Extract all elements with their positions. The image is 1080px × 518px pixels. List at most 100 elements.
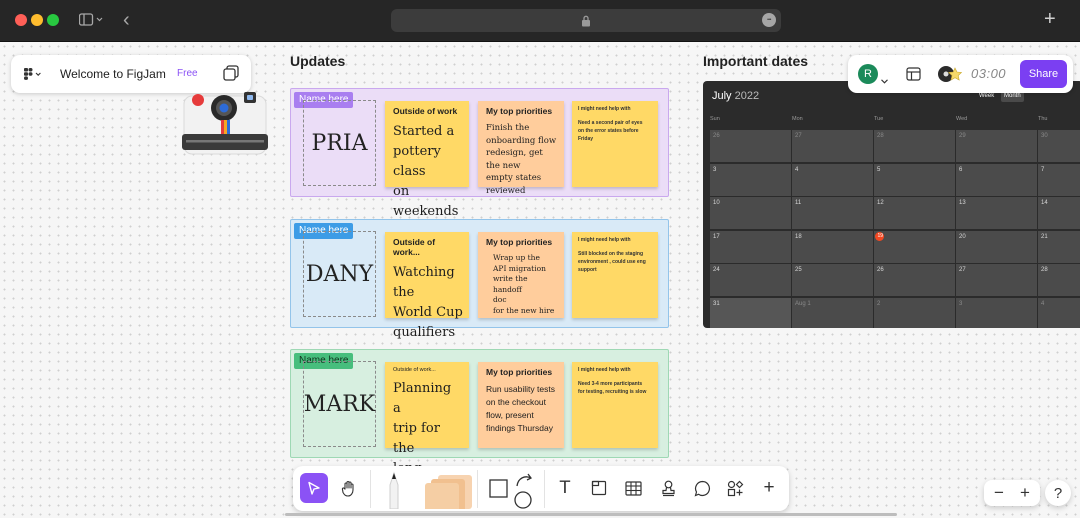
calendar-day-cell[interactable]: 5 — [874, 163, 955, 196]
back-button[interactable]: ‹ — [123, 9, 130, 32]
figjam-canvas[interactable]: Welcome to FigJam Free Updates Name here… — [0, 42, 1080, 518]
shapes-icon[interactable] — [485, 469, 535, 509]
calendar-day-number: 3 — [959, 300, 963, 307]
sticky-text-line: findings Thursday — [486, 423, 553, 433]
calendar-day-cell[interactable]: 3 — [710, 163, 791, 196]
update-row-dany[interactable]: Name here DANY Outside of work... Watchi… — [290, 219, 669, 340]
sticky-need-help[interactable]: I might need help with Still blocked on … — [572, 232, 658, 318]
calendar-day-cell[interactable]: 20 — [956, 230, 1037, 263]
section-icon[interactable] — [585, 474, 613, 502]
calendar-day-cell[interactable]: 17 — [710, 230, 791, 263]
sticky-text-line: trip for the — [393, 421, 440, 456]
calendar-day-cell[interactable]: 10 — [710, 197, 791, 229]
calendar-day-cell[interactable]: Aug 1 — [792, 297, 873, 328]
calendar-day-cell[interactable]: 28 — [1038, 264, 1080, 296]
name-box[interactable]: MARK — [303, 361, 376, 447]
sticky-outside-of-work[interactable]: Outside of work Started a pottery class … — [385, 101, 469, 219]
calendar-day-cell[interactable]: 7 — [1038, 163, 1080, 196]
calendar-day-number: 18 — [795, 233, 802, 240]
calendar-year: 2022 — [734, 90, 760, 102]
calendar-day-cell[interactable]: 4 — [792, 163, 873, 196]
horizontal-scrollbar[interactable] — [285, 513, 897, 516]
calendar-weekday: Mon — [792, 116, 803, 122]
pages-icon[interactable] — [223, 65, 240, 87]
calendar-day-cell[interactable]: 14 — [1038, 197, 1080, 229]
new-tab-button[interactable]: + — [1044, 8, 1056, 31]
sticky-text-line: Need a second pair of eyes — [578, 120, 643, 126]
calendar-day-cell[interactable]: 24 — [710, 264, 791, 296]
address-bar[interactable]: ••• — [391, 9, 781, 32]
file-title[interactable]: Welcome to FigJam — [60, 67, 166, 81]
hand-icon[interactable] — [335, 474, 363, 502]
sticky-text-line: World Cup — [393, 305, 463, 320]
calendar-day-cell[interactable]: 25 — [792, 264, 873, 296]
sticky-top-priorities[interactable]: My top priorities Run usability tests on… — [478, 362, 564, 448]
calendar-widget[interactable]: July 2022 Week Month Sun Mon Tue Wed Thu 26 27… — [703, 81, 1080, 328]
update-row-pria[interactable]: Name here PRIA Outside of work Started a… — [290, 88, 669, 219]
name-box[interactable]: DANY — [303, 231, 376, 317]
timer-music-icon[interactable] — [937, 65, 967, 88]
calendar-day-cell[interactable]: 3 — [956, 297, 1037, 328]
table-icon[interactable] — [619, 474, 647, 502]
share-button[interactable]: Share — [1020, 60, 1067, 88]
camera-sticker-icon[interactable] — [180, 90, 270, 165]
calendar-day-cell[interactable]: 4 — [1038, 297, 1080, 328]
avatar[interactable]: R — [858, 64, 878, 84]
name-box[interactable]: PRIA — [303, 100, 376, 186]
select-arrow-icon[interactable] — [300, 473, 328, 503]
calendar-day-number: 26 — [713, 133, 720, 139]
calendar-day-cell[interactable]: 31 — [710, 297, 791, 328]
maximize-window-button[interactable] — [47, 14, 59, 26]
calendar-day-cell[interactable]: 26 — [710, 130, 791, 162]
calendar-day-number: 31 — [713, 300, 720, 307]
figjam-logo-icon[interactable] — [23, 67, 43, 86]
update-row-mark[interactable]: Name here MARK Outside of work... Planni… — [290, 349, 669, 496]
help-button[interactable]: ? — [1045, 480, 1071, 506]
calendar-day-cell[interactable]: 12 — [874, 197, 955, 229]
chevron-down-icon[interactable] — [881, 71, 888, 89]
stamp-icon[interactable] — [654, 474, 682, 502]
calendar-day-cell[interactable]: 11 — [792, 197, 873, 229]
minimize-window-button[interactable] — [31, 14, 43, 26]
close-window-button[interactable] — [15, 14, 27, 26]
widgets-icon[interactable] — [721, 474, 749, 502]
marker-icon[interactable] — [380, 468, 408, 510]
calendar-day-number: 2 — [877, 300, 881, 307]
sidebar-toggle-icon[interactable] — [78, 13, 103, 30]
timer-display[interactable]: 03:00 — [971, 66, 1006, 81]
calendar-month: July — [712, 90, 732, 102]
sticky-text-line: Started a — [393, 124, 455, 139]
calendar-day-cell[interactable]: 29 — [956, 130, 1037, 162]
calendar-day-cell[interactable]: 28 — [874, 130, 955, 162]
calendar-day-cell[interactable]: 21 — [1038, 230, 1080, 263]
sticky-need-help[interactable]: I might need help with Need a second pai… — [572, 101, 658, 187]
sticky-top-priorities[interactable]: My top priorities Finish the onboarding … — [478, 101, 564, 196]
calendar-weekday: Sun — [710, 116, 720, 122]
calendar-day-cell[interactable]: 27 — [792, 130, 873, 162]
sticky-heading: Outside of work — [393, 106, 458, 116]
calendar-day-cell[interactable]: 30 — [1038, 130, 1080, 162]
zoom-in-button[interactable]: + — [1014, 482, 1036, 504]
calendar-day-cell[interactable]: 2 — [874, 297, 955, 328]
calendar-day-cell[interactable]: 18 — [792, 230, 873, 263]
sticky-outside-of-work[interactable]: Outside of work... Watching the World Cu… — [385, 232, 469, 340]
calendar-day-cell[interactable]: 19 — [874, 230, 955, 263]
calendar-day-cell[interactable]: 6 — [956, 163, 1037, 196]
calendar-day-cell[interactable]: 27 — [956, 264, 1037, 296]
comment-icon[interactable] — [688, 474, 716, 502]
toolbar-divider — [544, 470, 545, 508]
plus-icon[interactable]: + — [755, 474, 783, 502]
layout-icon[interactable] — [906, 67, 921, 86]
zoom-out-button[interactable]: − — [988, 482, 1010, 504]
text-icon[interactable]: T — [551, 474, 579, 502]
sticky-stack-icon[interactable] — [423, 472, 475, 510]
sticky-need-help[interactable]: I might need help with Need 3-4 more par… — [572, 362, 658, 448]
help-glyph: ? — [1053, 484, 1063, 502]
sticky-text-line: doc — [493, 295, 507, 304]
more-options-icon[interactable]: ••• — [762, 13, 776, 27]
calendar-day-cell[interactable]: 13 — [956, 197, 1037, 229]
sticky-outside-of-work[interactable]: Outside of work... Planning a trip for t… — [385, 362, 469, 496]
calendar-day-cell[interactable]: 26 — [874, 264, 955, 296]
sticky-top-priorities[interactable]: My top priorities Wrap up the API migrat… — [478, 232, 564, 318]
calendar-day-number: 10 — [713, 200, 720, 206]
